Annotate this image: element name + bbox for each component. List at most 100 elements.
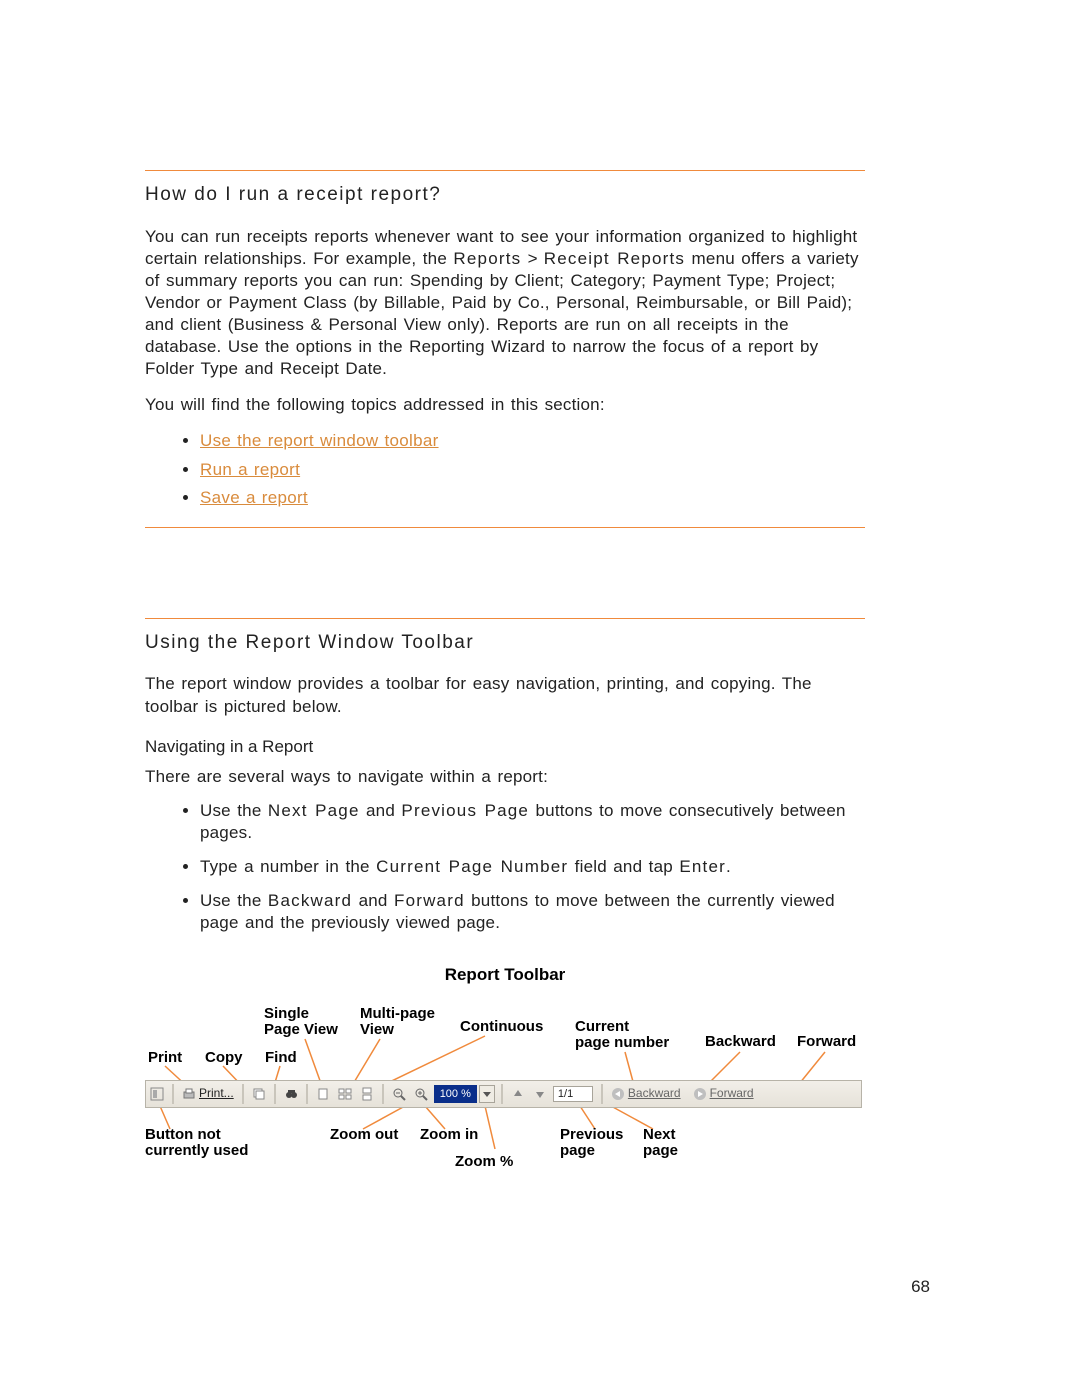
text: Next xyxy=(643,1127,678,1143)
link-use-toolbar[interactable]: Use the report window toolbar xyxy=(200,431,439,450)
label-single-page-view: Single Page View xyxy=(264,1006,338,1038)
link-save-report[interactable]: Save a report xyxy=(200,488,308,507)
zoom-in-icon xyxy=(414,1087,428,1101)
body-text: You can run receipts reports whenever wa… xyxy=(145,226,865,381)
text: and xyxy=(352,891,394,910)
callout-arrows xyxy=(145,964,865,1184)
text: Use the xyxy=(200,801,268,820)
label-zoom-in: Zoom in xyxy=(420,1127,478,1143)
emph: Enter xyxy=(679,857,726,876)
list-item: Type a number in the Current Page Number… xyxy=(200,856,865,878)
forward-button[interactable]: Forward xyxy=(689,1083,758,1105)
separator xyxy=(382,1084,384,1104)
text: page xyxy=(643,1143,678,1159)
continuous-button[interactable] xyxy=(356,1083,378,1105)
divider xyxy=(145,527,865,528)
list-item: Save a report xyxy=(200,487,865,509)
section-heading: How do I run a receipt report? xyxy=(145,183,865,208)
print-icon xyxy=(182,1087,196,1101)
text: and xyxy=(360,801,402,820)
document-content: How do I run a receipt report? You can r… xyxy=(145,170,865,1184)
circle-arrow-left-icon xyxy=(611,1087,625,1101)
find-button[interactable] xyxy=(280,1083,302,1105)
figure-title: Report Toolbar xyxy=(145,964,865,986)
sub-heading: Navigating in a Report xyxy=(145,736,865,758)
page-number: 68 xyxy=(911,1277,930,1297)
backward-label: Backward xyxy=(628,1086,681,1102)
forward-label: Forward xyxy=(710,1086,754,1102)
label-forward: Forward xyxy=(797,1034,856,1050)
report-toolbar-figure: Report Toolbar Single Page View Multi-pa… xyxy=(145,964,865,1184)
breadcrumb-b: Receipt Reports xyxy=(544,249,685,268)
label-backward: Backward xyxy=(705,1034,776,1050)
section-block: Using the Report Window Toolbar The repo… xyxy=(145,618,865,1185)
section-heading: Using the Report Window Toolbar xyxy=(145,631,865,656)
zoom-percent-field[interactable]: 100 % xyxy=(434,1085,477,1103)
label-print: Print xyxy=(148,1050,182,1066)
copy-icon xyxy=(252,1087,266,1101)
previous-page-button[interactable] xyxy=(507,1083,529,1105)
current-page-field[interactable]: 1/1 xyxy=(553,1086,593,1102)
topics-intro: You will find the following topics addre… xyxy=(145,394,865,416)
arrow-down-icon xyxy=(533,1087,547,1101)
print-button[interactable]: Print... xyxy=(178,1083,238,1105)
divider xyxy=(145,618,865,619)
label-button-not-used: Button not currently used xyxy=(145,1127,248,1159)
text: Type a number in the xyxy=(200,857,376,876)
body-text: There are several ways to navigate withi… xyxy=(145,766,865,788)
text: menu offers a variety of summary reports… xyxy=(145,249,859,378)
breadcrumb-a: Reports xyxy=(453,249,521,268)
text: Previous xyxy=(560,1127,623,1143)
text: Page View xyxy=(264,1022,338,1038)
text: . xyxy=(726,857,731,876)
multi-page-icon xyxy=(338,1087,352,1101)
text: page number xyxy=(575,1035,669,1051)
label-find: Find xyxy=(265,1050,297,1066)
separator xyxy=(601,1084,603,1104)
emph: Previous Page xyxy=(401,801,529,820)
report-toolbar: Print... xyxy=(145,1080,862,1108)
text: Single xyxy=(264,1006,338,1022)
text: View xyxy=(360,1022,435,1038)
list-item: Use the report window toolbar xyxy=(200,430,865,452)
nav-methods-list: Use the Next Page and Previous Page butt… xyxy=(145,800,865,934)
emph: Backward xyxy=(268,891,352,910)
arrow-up-icon xyxy=(511,1087,525,1101)
unused-button[interactable] xyxy=(146,1083,168,1105)
zoom-out-icon xyxy=(392,1087,406,1101)
multi-page-button[interactable] xyxy=(334,1083,356,1105)
separator xyxy=(501,1084,503,1104)
text: page xyxy=(560,1143,623,1159)
label-previous-page: Previous page xyxy=(560,1127,623,1159)
label-zoom-out: Zoom out xyxy=(330,1127,398,1143)
text: Current xyxy=(575,1019,669,1035)
separator xyxy=(242,1084,244,1104)
next-page-button[interactable] xyxy=(529,1083,551,1105)
text: currently used xyxy=(145,1143,248,1159)
zoom-dropdown-button[interactable] xyxy=(479,1085,495,1103)
label-continuous: Continuous xyxy=(460,1019,543,1035)
zoom-in-button[interactable] xyxy=(410,1083,432,1105)
binoculars-icon xyxy=(284,1087,298,1101)
text: Multi-page xyxy=(360,1006,435,1022)
text: field and tap xyxy=(568,857,679,876)
separator xyxy=(172,1084,174,1104)
backward-button[interactable]: Backward xyxy=(607,1083,685,1105)
single-page-button[interactable] xyxy=(312,1083,334,1105)
link-run-report[interactable]: Run a report xyxy=(200,460,300,479)
list-item: Use the Backward and Forward buttons to … xyxy=(200,890,865,934)
emph: Current Page Number xyxy=(376,857,568,876)
circle-arrow-right-icon xyxy=(693,1087,707,1101)
emph: Next Page xyxy=(268,801,360,820)
label-current-page-number: Current page number xyxy=(575,1019,669,1051)
print-label: Print... xyxy=(199,1086,234,1102)
label-copy: Copy xyxy=(205,1050,243,1066)
single-page-icon xyxy=(316,1087,330,1101)
zoom-out-button[interactable] xyxy=(388,1083,410,1105)
text: Button not xyxy=(145,1127,248,1143)
continuous-icon xyxy=(360,1087,374,1101)
emph: Forward xyxy=(394,891,465,910)
copy-button[interactable] xyxy=(248,1083,270,1105)
topic-link-list: Use the report window toolbar Run a repo… xyxy=(145,430,865,508)
list-item: Use the Next Page and Previous Page butt… xyxy=(200,800,865,844)
